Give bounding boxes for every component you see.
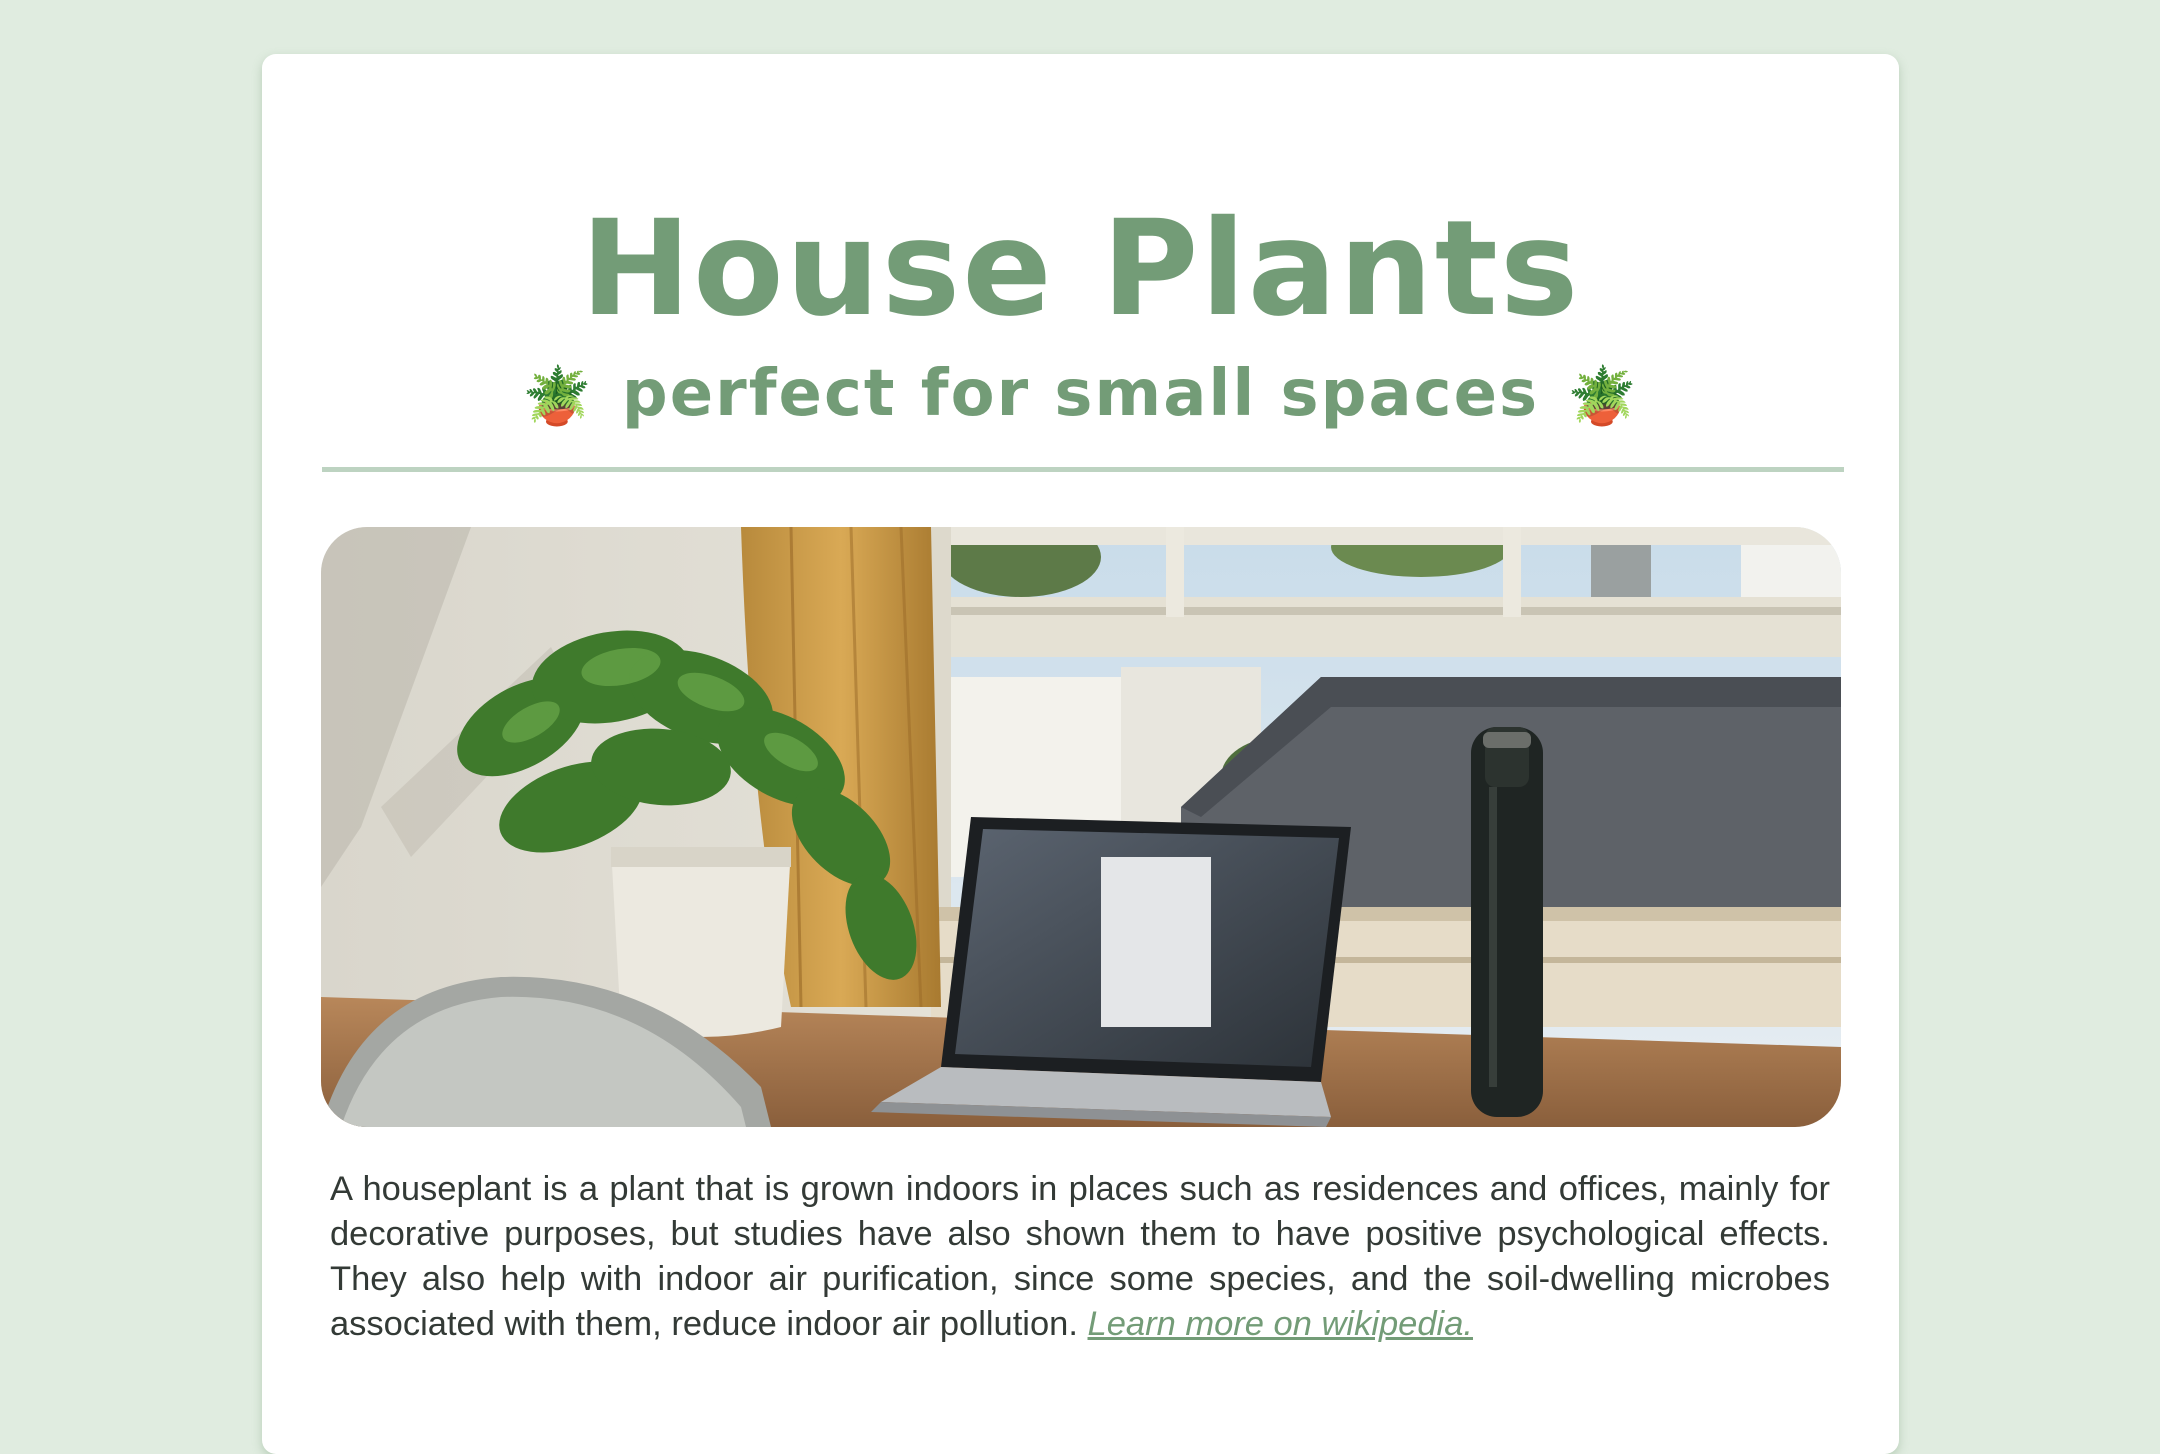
page-subtitle: 🪴 perfect for small spaces 🪴 xyxy=(262,354,1899,437)
description-paragraph: A houseplant is a plant that is grown in… xyxy=(330,1167,1830,1347)
potted-plant-icon: 🪴 xyxy=(522,364,594,429)
content-card: House Plants 🪴 perfect for small spaces 🪴 xyxy=(262,54,1899,1454)
page-title: House Plants xyxy=(580,192,1581,346)
description-text: A houseplant is a plant that is grown in… xyxy=(330,1170,1830,1343)
title-divider xyxy=(322,467,1844,472)
hero-image xyxy=(321,527,1841,1127)
wikipedia-link[interactable]: Learn more on wikipedia. xyxy=(1088,1305,1473,1343)
subtitle-text: perfect for small spaces xyxy=(621,357,1540,431)
potted-plant-icon: 🪴 xyxy=(1567,364,1639,429)
